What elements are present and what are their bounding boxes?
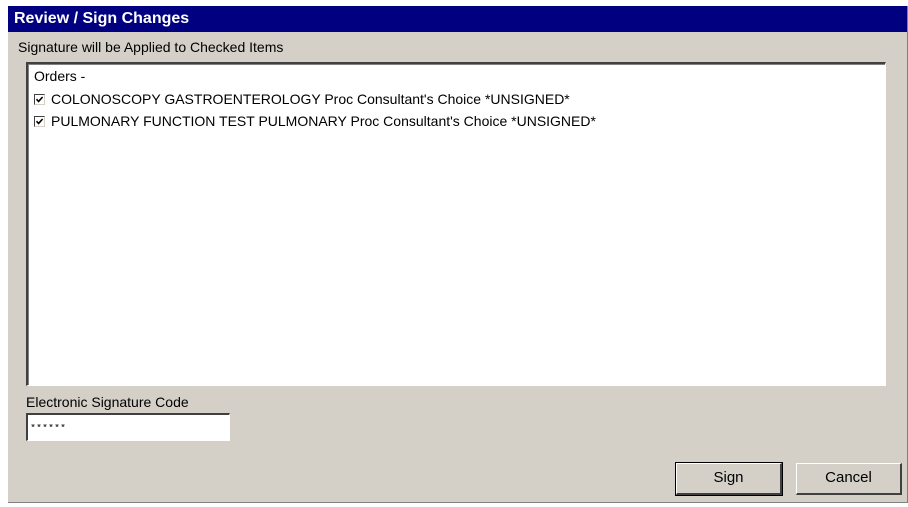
cancel-button[interactable]: Cancel [796, 463, 902, 495]
signature-code-label: Electronic Signature Code [26, 394, 189, 410]
check-icon [35, 95, 44, 103]
item-label: COLONOSCOPY GASTROENTEROLOGY Proc Consul… [51, 91, 570, 107]
list-caption: Signature will be Applied to Checked Ite… [18, 39, 284, 55]
check-icon [35, 117, 44, 125]
list-item[interactable]: PULMONARY FUNCTION TEST PULMONARY Proc C… [34, 112, 596, 130]
signature-code-input[interactable] [26, 413, 230, 441]
item-label: PULMONARY FUNCTION TEST PULMONARY Proc C… [51, 113, 596, 129]
checked-items-list[interactable]: Orders - COLONOSCOPY GASTROENTEROLOGY Pr… [26, 62, 886, 386]
dialog-title: Review / Sign Changes [8, 6, 907, 32]
list-item[interactable]: COLONOSCOPY GASTROENTEROLOGY Proc Consul… [34, 90, 570, 108]
item-checkbox[interactable] [34, 93, 45, 105]
sign-button[interactable]: Sign [675, 462, 783, 496]
item-checkbox[interactable] [34, 115, 45, 127]
review-sign-dialog: Review / Sign Changes Signature will be … [8, 6, 908, 503]
group-header-orders: Orders - [34, 68, 86, 84]
